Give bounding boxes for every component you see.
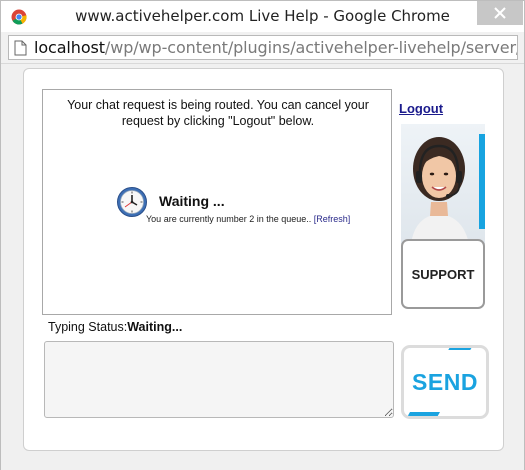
support-button[interactable]: SUPPORT <box>401 239 485 309</box>
message-input[interactable] <box>44 341 394 418</box>
url-field[interactable]: localhost/wp/wp-content/plugins/activehe… <box>8 35 518 60</box>
typing-status-value: Waiting... <box>127 320 183 334</box>
close-window-button[interactable] <box>477 1 523 25</box>
queue-text: You are currently number 2 in the queue.… <box>146 214 314 224</box>
support-agent-avatar <box>411 137 469 244</box>
send-label: SEND <box>412 368 478 395</box>
send-button[interactable]: SEND <box>401 345 489 419</box>
support-agent-photo <box>401 124 485 244</box>
typing-status-label: Typing Status: <box>48 320 128 334</box>
close-icon <box>494 7 506 19</box>
url-text: localhost/wp/wp-content/plugins/activehe… <box>34 38 517 57</box>
clock-icon <box>117 187 147 217</box>
send-accent-bottom <box>405 412 441 416</box>
browser-window: www.activehelper.com Live Help - Google … <box>0 0 525 470</box>
typing-status: Typing Status:Waiting... <box>48 320 182 334</box>
logout-link[interactable]: Logout <box>399 101 443 116</box>
url-path: /wp/wp-content/plugins/activehelper-live… <box>104 38 517 57</box>
live-help-panel: Your chat request is being routed. You c… <box>23 68 504 451</box>
photo-accent-stripe <box>479 134 485 229</box>
url-host: localhost <box>34 38 105 57</box>
routing-message: Your chat request is being routed. You c… <box>67 98 369 128</box>
chat-transcript: Your chat request is being routed. You c… <box>42 89 392 315</box>
title-bar: www.activehelper.com Live Help - Google … <box>1 1 524 32</box>
send-accent-top <box>448 348 474 350</box>
queue-status: You are currently number 2 in the queue.… <box>146 214 350 224</box>
page-content: Your chat request is being routed. You c… <box>1 65 524 470</box>
support-label: SUPPORT <box>411 266 475 282</box>
waiting-title: Waiting ... <box>159 193 225 209</box>
address-bar: localhost/wp/wp-content/plugins/activehe… <box>1 32 524 64</box>
refresh-link[interactable]: [Refresh] <box>314 214 351 224</box>
window-title: www.activehelper.com Live Help - Google … <box>75 7 450 25</box>
page-icon <box>14 40 27 56</box>
